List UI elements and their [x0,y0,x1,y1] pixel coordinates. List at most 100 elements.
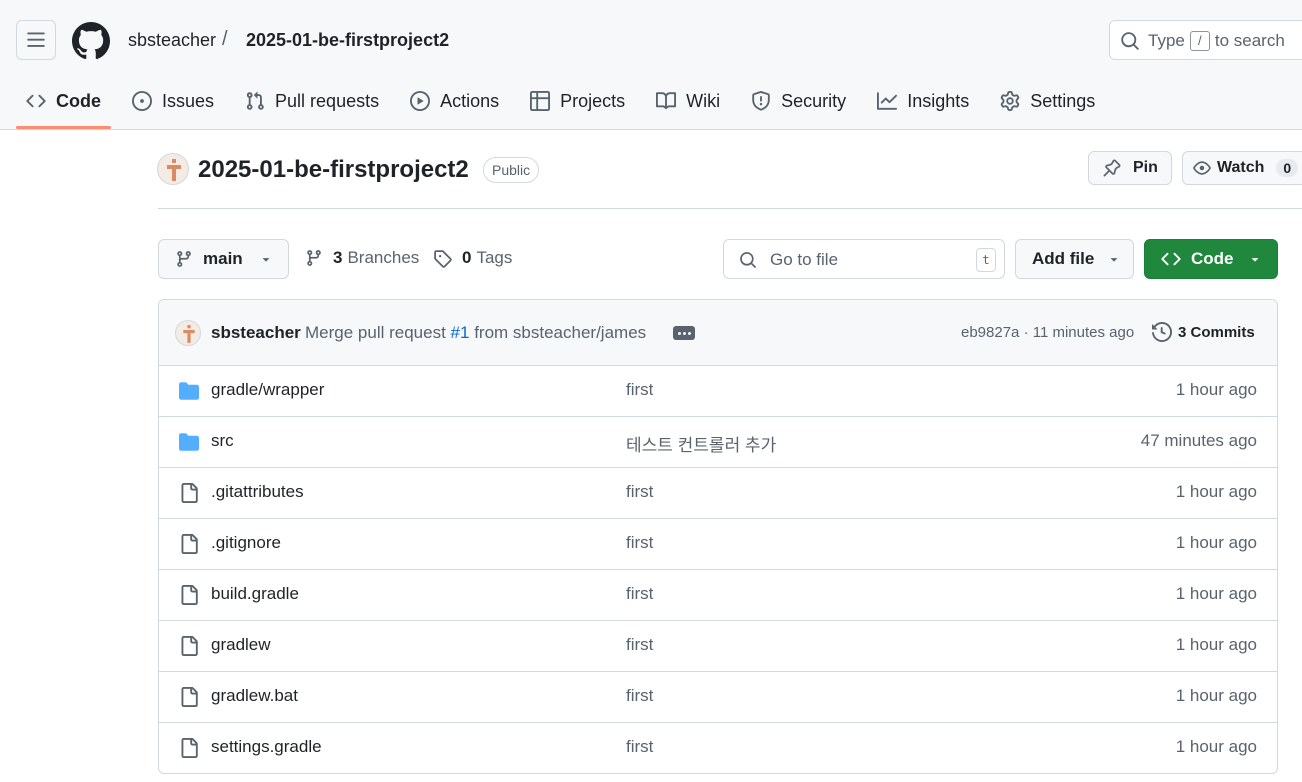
go-to-file-input[interactable]: Go to file t [723,239,1005,279]
commit-author-avatar[interactable] [175,320,201,346]
branch-name: main [203,249,243,268]
commit-message-prefix: Merge pull request [305,323,446,342]
folder-icon [179,382,199,400]
pin-label: Pin [1133,159,1158,176]
watch-count-badge: 0 [1276,159,1299,177]
watch-label: Watch [1217,159,1265,176]
file-commit-message[interactable]: first [626,737,653,757]
table-row[interactable]: settings.gradle first 1 hour ago [159,723,1277,773]
file-commit-time: 1 hour ago [1175,380,1257,399]
table-row[interactable]: gradlew first 1 hour ago [159,621,1277,672]
commit-author-link[interactable]: sbsteacher [211,323,301,343]
file-commit-message[interactable]: 테스트 컨트롤러 추가 [626,431,776,456]
app-header: sbsteacher / 2025-01-be-firstproject2 Ty… [0,0,1302,130]
pin-button[interactable]: Pin [1088,151,1172,185]
file-name-link[interactable]: settings.gradle [211,737,322,757]
commit-hash-and-time[interactable]: eb9827a · 11 minutes ago [961,324,1134,341]
tab-security-label: Security [781,90,847,111]
commits-count-label: 3 Commits [1178,323,1255,341]
breadcrumb-separator: / [222,28,228,50]
avatar-identicon [183,325,195,343]
tab-security[interactable]: Security [741,80,856,122]
add-file-label: Add file [1032,249,1095,268]
add-file-button[interactable]: Add file [1015,239,1134,279]
file-icon [181,585,198,605]
file-commit-message[interactable]: first [626,533,653,553]
commit-message[interactable]: Merge pull request #1 from sbsteacher/ja… [305,323,646,343]
tab-pull-requests-label: Pull requests [275,90,380,111]
tab-projects[interactable]: Projects [520,80,635,122]
search-placeholder: Type / to search [1148,31,1285,51]
tab-wiki-label: Wiki [686,90,721,111]
table-row[interactable]: build.gradle first 1 hour ago [159,570,1277,621]
file-commit-time: 1 hour ago [1175,737,1257,756]
file-name-link[interactable]: gradlew [211,635,271,655]
file-commit-time: 1 hour ago [1175,686,1257,705]
tab-code[interactable]: Code [16,80,111,129]
history-icon [1152,322,1172,342]
watch-button[interactable]: Watch 0 [1182,151,1302,185]
tab-insights-label: Insights [907,90,970,111]
visibility-badge: Public [483,157,540,183]
expand-commit-message-button[interactable] [673,326,695,340]
shield-icon [752,91,770,111]
tab-projects-label: Projects [560,90,626,111]
pin-icon [1103,159,1121,177]
breadcrumb-owner-link[interactable]: sbsteacher [128,30,216,51]
global-search-input[interactable]: Type / to search [1109,20,1302,60]
file-name-link[interactable]: .gitattributes [211,482,304,502]
hamburger-menu-button[interactable] [16,20,56,60]
hamburger-icon [27,32,45,47]
file-commit-message[interactable]: first [626,380,653,400]
file-commit-message[interactable]: first [626,584,653,604]
table-row[interactable]: src 테스트 컨트롤러 추가 47 minutes ago [159,417,1277,468]
file-name-link[interactable]: .gitignore [211,533,281,553]
repo-name-heading[interactable]: 2025-01-be-firstproject2 [198,156,469,184]
branches-link[interactable]: 3 Branches [305,248,419,268]
table-row[interactable]: gradlew.bat first 1 hour ago [159,672,1277,723]
pull-request-link[interactable]: #1 [451,323,470,342]
file-icon [181,738,198,758]
tags-link[interactable]: 0 Tags [433,248,512,268]
github-mark-icon[interactable] [72,22,110,60]
search-suffix: to search [1214,31,1285,50]
file-name-link[interactable]: src [211,431,234,451]
tags-label: Tags [476,248,513,267]
search-prefix: Type [1148,31,1185,50]
file-commit-message[interactable]: first [626,482,653,502]
file-name-link[interactable]: gradlew.bat [211,686,298,706]
branch-select-button[interactable]: main [158,239,289,279]
tab-pull-requests[interactable]: Pull requests [235,80,389,122]
tab-wiki[interactable]: Wiki [646,80,730,122]
file-commit-message[interactable]: first [626,635,653,655]
issue-circle-icon [132,91,152,111]
file-commit-message[interactable]: first [626,686,653,706]
breadcrumb-repo-link[interactable]: 2025-01-be-firstproject2 [246,30,449,51]
branches-label: Branches [347,248,420,267]
tab-insights[interactable]: Insights [867,80,979,122]
code-dropdown-button[interactable]: Code [1144,239,1278,279]
commits-history-link[interactable]: 3 Commits [1152,322,1255,342]
graph-icon [877,92,898,110]
file-name-link[interactable]: build.gradle [211,584,299,604]
go-to-file-shortcut-key: t [976,248,996,272]
table-row[interactable]: gradle/wrapper first 1 hour ago [159,366,1277,417]
file-name-link[interactable]: gradle/wrapper [211,380,324,400]
tab-code-label: Code [56,90,101,111]
file-icon [181,636,198,656]
file-commit-time: 1 hour ago [1175,533,1257,552]
tab-issues-label: Issues [162,90,215,111]
table-row[interactable]: .gitignore first 1 hour ago [159,519,1277,570]
triangle-down-icon [1251,258,1258,262]
file-commit-time: 1 hour ago [1175,584,1257,603]
branches-count: 3 [333,248,343,267]
tab-settings[interactable]: Settings [990,80,1105,122]
triangle-down-icon [1111,258,1118,262]
search-shortcut-key: / [1189,31,1210,51]
table-row[interactable]: .gitattributes first 1 hour ago [159,468,1277,519]
file-icon [181,534,198,554]
tab-actions[interactable]: Actions [400,80,509,122]
repo-owner-avatar[interactable] [157,153,189,185]
tab-issues[interactable]: Issues [122,80,224,122]
code-icon [26,94,46,108]
